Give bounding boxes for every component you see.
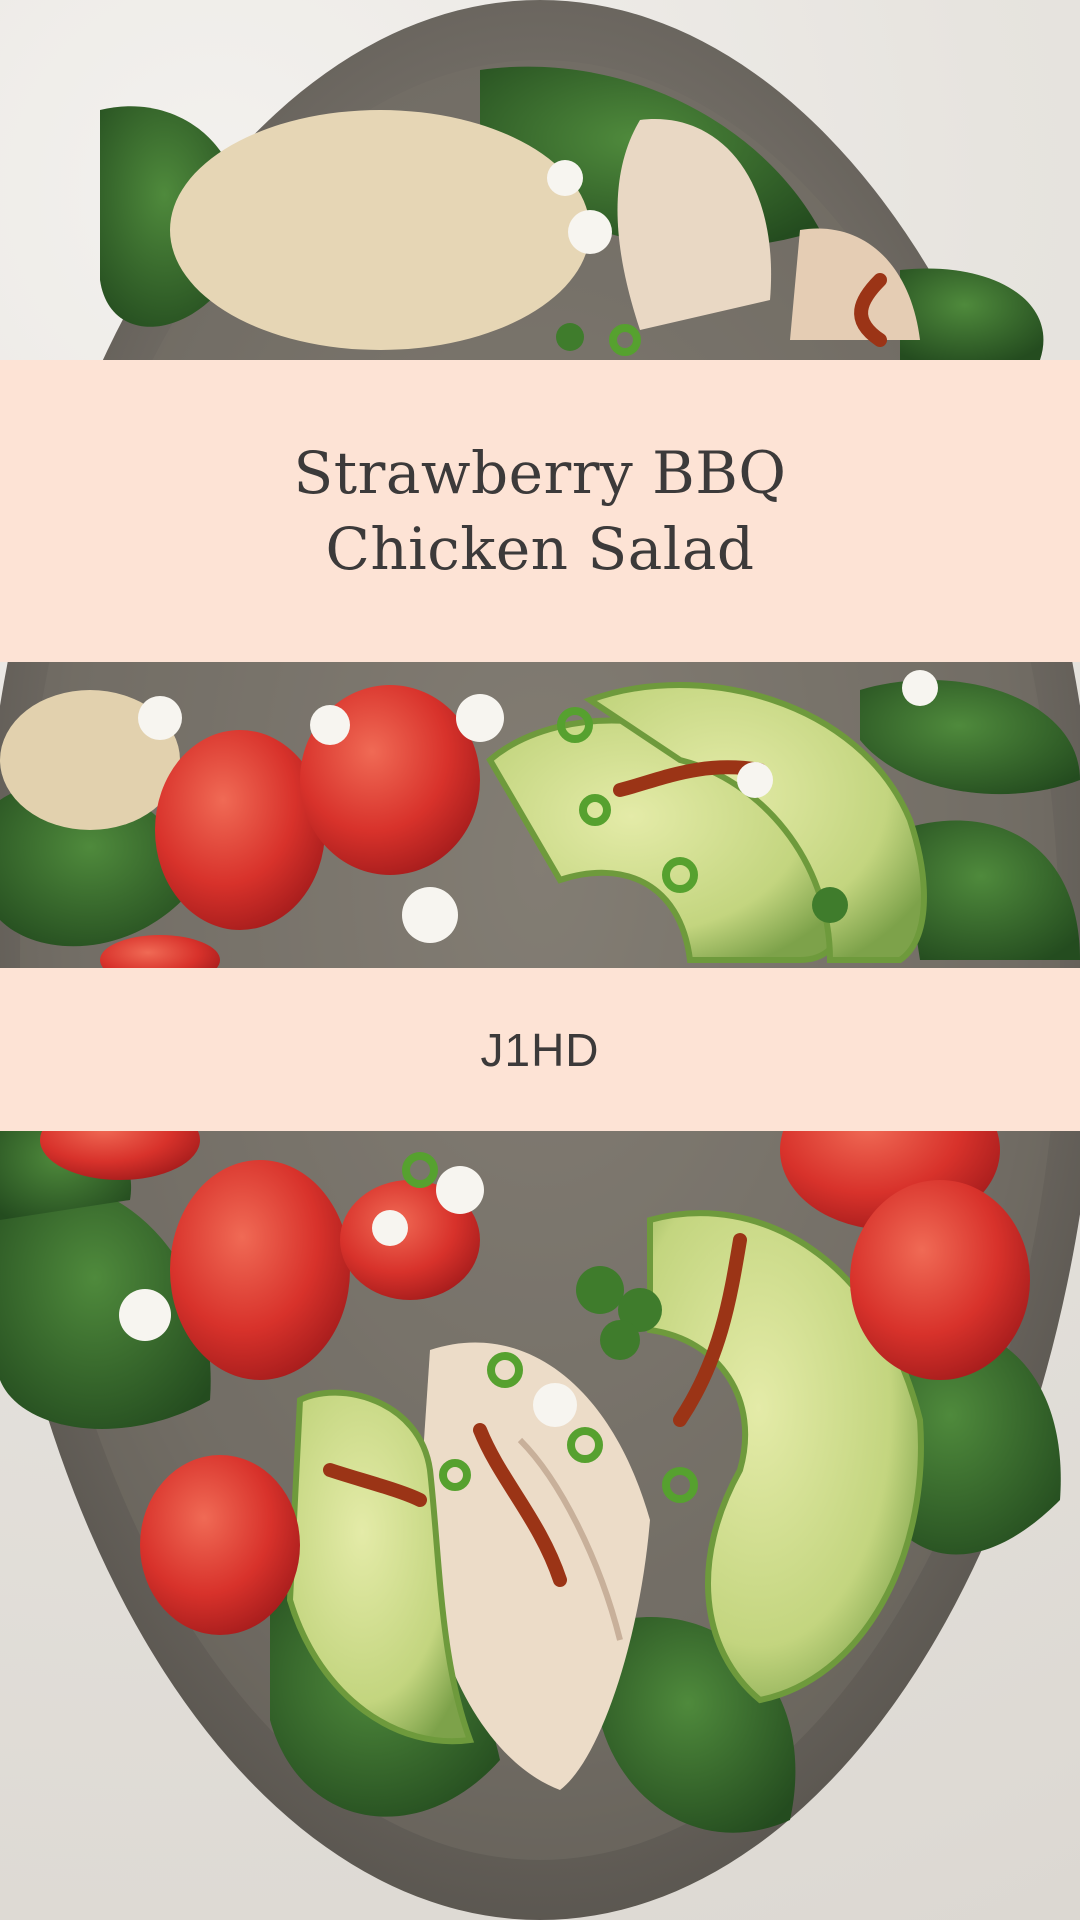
recipe-pin: Strawberry BBQ Chicken Salad J1HD — [0, 0, 1080, 1920]
code-label: J1HD — [480, 1023, 600, 1076]
title-line-2: Chicken Salad — [325, 515, 755, 583]
title-banner: Strawberry BBQ Chicken Salad — [0, 360, 1080, 662]
title-line-1: Strawberry BBQ — [293, 439, 787, 507]
code-banner: J1HD — [0, 968, 1080, 1131]
salad-photo — [0, 0, 1080, 1920]
